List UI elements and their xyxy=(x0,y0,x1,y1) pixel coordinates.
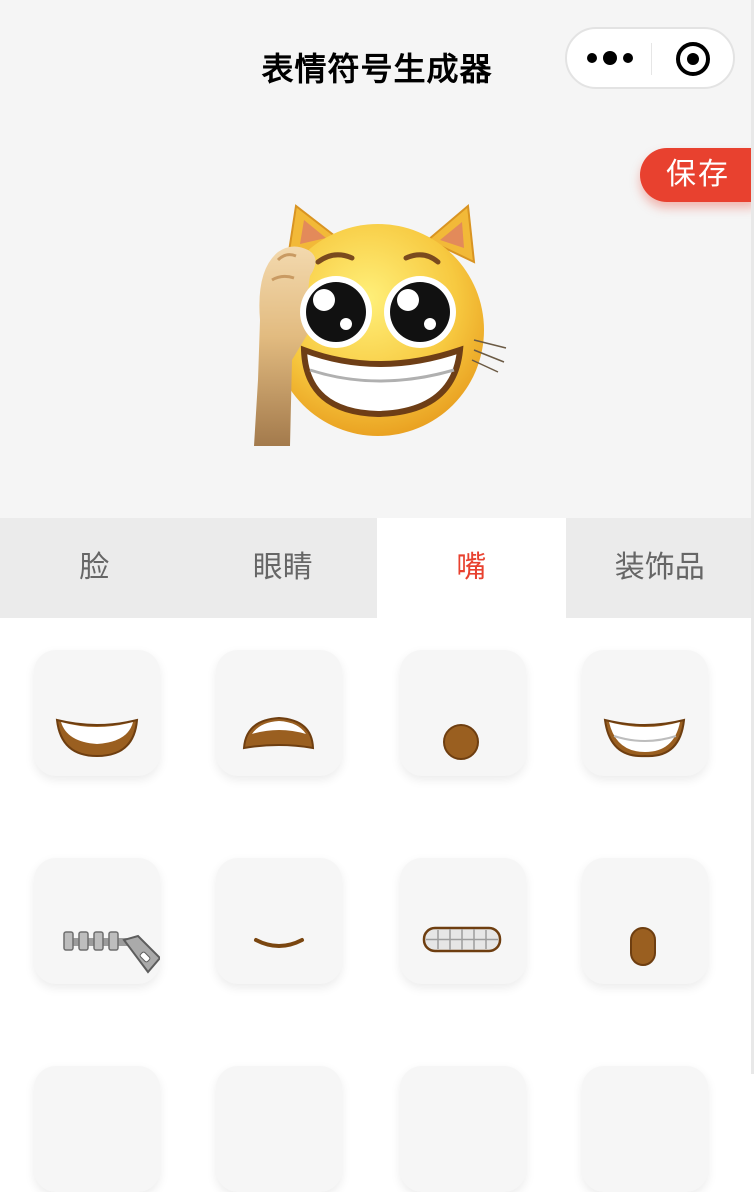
mouth-option-grimace-teeth[interactable] xyxy=(400,858,526,984)
mouth-option-open-frown[interactable] xyxy=(216,650,342,776)
composed-emoji-preview xyxy=(248,200,510,448)
mouth-option-row3-3[interactable] xyxy=(400,1066,526,1192)
small-o-mouth-icon xyxy=(400,650,526,776)
capsule-divider xyxy=(651,43,652,75)
mouth-option-small-o[interactable] xyxy=(400,650,526,776)
mouth-option-row3-1[interactable] xyxy=(34,1066,160,1192)
oval-open-mouth-icon xyxy=(582,858,708,984)
mouth-option-wide-grin[interactable] xyxy=(34,650,160,776)
open-frown-mouth-icon xyxy=(216,650,342,776)
more-icon[interactable] xyxy=(585,46,635,70)
tab-eyes[interactable]: 眼睛 xyxy=(189,518,378,618)
slight-smile-mouth-icon xyxy=(216,858,342,984)
close-miniprogram-icon[interactable] xyxy=(675,41,711,77)
mouth-option-row3-2[interactable] xyxy=(216,1066,342,1192)
mouth-option-oval-open[interactable] xyxy=(582,858,708,984)
tab-face[interactable]: 脸 xyxy=(0,518,189,618)
grimace-teeth-mouth-icon xyxy=(400,858,526,984)
zipper-mouth-icon xyxy=(34,858,160,984)
mouth-option-teeth-smile[interactable] xyxy=(582,650,708,776)
mouth-option-zipper[interactable] xyxy=(34,858,160,984)
category-tabs: 脸 眼睛 嘴 装饰品 xyxy=(0,518,754,618)
mouth-option-slight-smile[interactable] xyxy=(216,858,342,984)
wide-grin-mouth-icon xyxy=(34,650,160,776)
teeth-smile-mouth-icon xyxy=(582,650,708,776)
mini-program-capsule xyxy=(565,27,735,89)
tab-mouth[interactable]: 嘴 xyxy=(377,518,566,618)
mouth-options-grid xyxy=(0,618,754,1074)
save-button[interactable]: 保存 xyxy=(640,148,754,202)
mouth-option-row3-4[interactable] xyxy=(582,1066,708,1192)
tab-accessories[interactable]: 装饰品 xyxy=(566,518,754,618)
